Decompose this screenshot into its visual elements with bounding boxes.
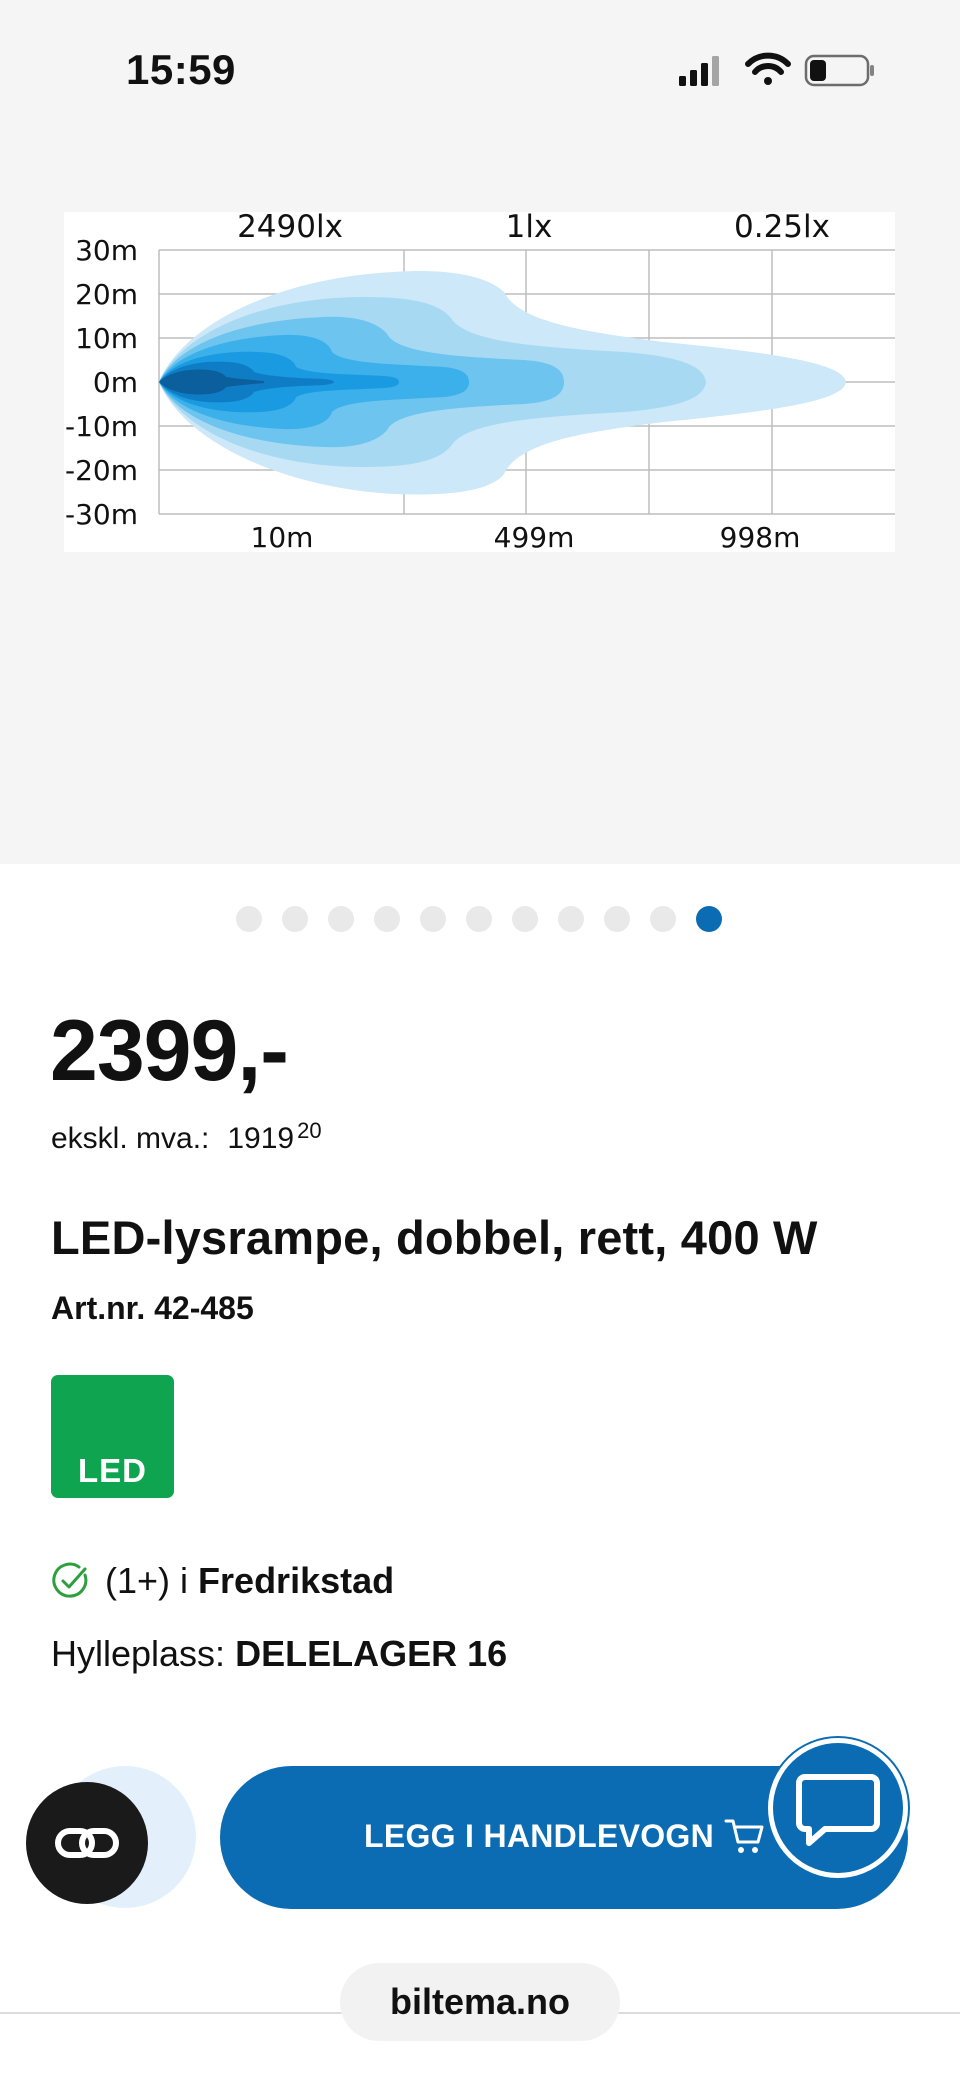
led-badge-label: LED: [78, 1452, 147, 1489]
add-to-cart-label: LEGG I HANDLEVOGN: [364, 1818, 715, 1854]
shelf-label: Hylleplass:: [51, 1633, 226, 1674]
article-number: Art.nr. 42-485: [51, 1290, 254, 1326]
shelf-location: Hylleplass: DELELAGER 16: [51, 1633, 507, 1675]
y-label: -20m: [65, 454, 138, 487]
y-label: -30m: [65, 498, 138, 531]
status-time: 15:59: [126, 46, 236, 93]
stock-status[interactable]: (1+) i Fredrikstad: [51, 1560, 394, 1602]
y-label: 0m: [93, 366, 138, 399]
shopping-cart-icon: [724, 1819, 764, 1853]
product-title: LED-lysrampe, dobbel, rett, 400 W: [51, 1211, 818, 1264]
y-label: -10m: [65, 410, 138, 443]
page-dot[interactable]: [466, 906, 492, 932]
lux-label: 0.25lx: [734, 212, 830, 245]
battery-icon: [804, 54, 874, 87]
price-ex-vat: ekskl. mva.: 1919 20: [51, 1118, 322, 1156]
product-price: 2399,-: [50, 1003, 289, 1099]
wifi-icon: [745, 52, 791, 85]
y-label: 30m: [75, 234, 138, 267]
stock-store[interactable]: Fredrikstad: [198, 1560, 394, 1602]
x-label: 499m: [494, 521, 575, 552]
stock-count: (1+) i: [105, 1560, 189, 1601]
page-dot[interactable]: [650, 906, 676, 932]
page-dot[interactable]: [512, 906, 538, 932]
chat-button[interactable]: [768, 1738, 908, 1878]
ex-vat-cents: 20: [297, 1118, 322, 1143]
page-dot[interactable]: [282, 906, 308, 932]
x-label: 998m: [720, 521, 801, 552]
link-button[interactable]: [26, 1782, 148, 1904]
gallery-pagination[interactable]: [0, 906, 960, 934]
page-dot[interactable]: [328, 906, 354, 932]
y-label: 10m: [75, 322, 138, 355]
light-beam-chart: 2490lx 1lx 0.25lx 30m 20m 10m 0m -10m -2…: [64, 212, 895, 552]
page-dot[interactable]: [236, 906, 262, 932]
page-dot[interactable]: [604, 906, 630, 932]
ex-vat-label: ekskl. mva.:: [51, 1122, 210, 1155]
signal-icon: [679, 56, 719, 86]
chat-bubble-icon: [796, 1774, 880, 1846]
ex-vat-amount: 1919: [227, 1122, 295, 1155]
page-dot-active[interactable]: [696, 906, 722, 932]
check-circle-icon: [52, 1562, 88, 1598]
lux-label: 2490lx: [237, 212, 343, 245]
page-dot[interactable]: [420, 906, 446, 932]
lux-label: 1lx: [506, 212, 553, 245]
shelf-value: DELELAGER 16: [235, 1633, 508, 1674]
led-badge: LED: [51, 1375, 174, 1498]
link-icon: [55, 1828, 119, 1858]
y-label: 20m: [75, 278, 138, 311]
status-icons: [676, 50, 876, 95]
page-dot[interactable]: [558, 906, 584, 932]
x-label: 10m: [251, 521, 314, 552]
page-dot[interactable]: [374, 906, 400, 932]
browser-url-bar[interactable]: biltema.no: [340, 1963, 620, 2041]
